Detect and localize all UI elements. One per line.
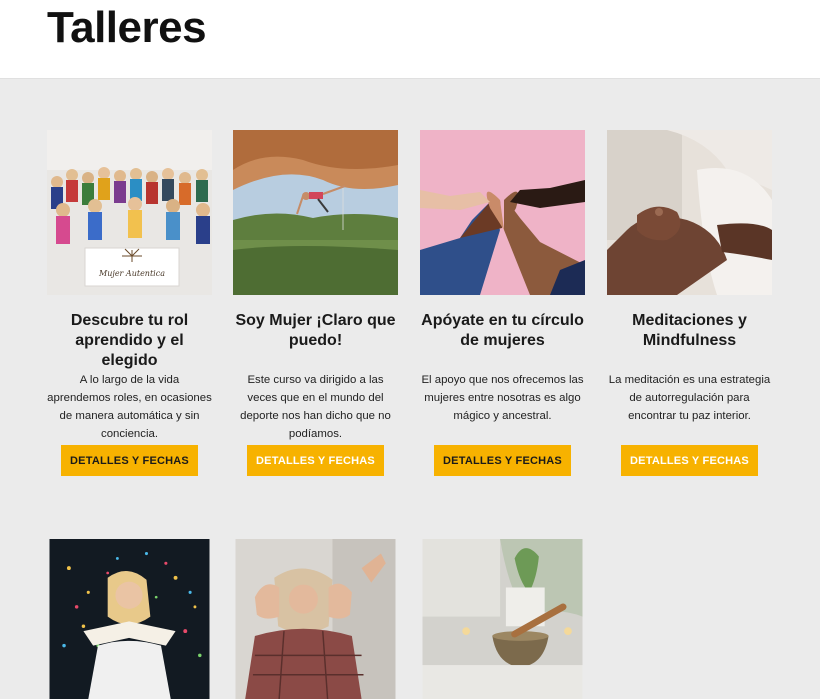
workshop-image-meditation[interactable]: [607, 130, 772, 295]
card-title: Soy Mujer ¡Claro que puedo!: [235, 312, 396, 349]
card-title: Apóyate en tu círculo de mujeres: [421, 312, 584, 349]
workshop-card: [233, 539, 398, 699]
page-header: Talleres: [0, 0, 820, 79]
details-button[interactable]: DETALLES Y FECHAS: [247, 445, 384, 476]
workshop-image-climber[interactable]: [233, 130, 398, 295]
image-caption-text: Mujer Autentica: [98, 269, 165, 278]
workshop-card: [420, 539, 585, 699]
card-description: El apoyo que nos ofrecemos las mujeres e…: [421, 374, 584, 422]
workshop-image-singing-bowl[interactable]: [420, 539, 585, 699]
details-button[interactable]: DETALLES Y FECHAS: [434, 445, 571, 476]
card-title: Descubre tu rol aprendido y el elegido: [70, 312, 189, 369]
workshop-card: Mujer Autentica Descubre tu rol aprendid…: [47, 130, 212, 476]
card-title: Meditaciones y Mindfulness: [632, 312, 747, 349]
details-button[interactable]: DETALLES Y FECHAS: [621, 445, 758, 476]
workshop-card: Apóyate en tu círculo de mujeres El apoy…: [420, 130, 585, 476]
workshop-card: Soy Mujer ¡Claro que puedo! Este curso v…: [233, 130, 398, 476]
workshop-image-confetti[interactable]: [47, 539, 212, 699]
workshop-image-roles[interactable]: Mujer Autentica: [47, 130, 212, 295]
workshop-card: [47, 539, 212, 699]
card-description: La meditación es una estrategia de autor…: [608, 374, 771, 422]
details-button[interactable]: DETALLES Y FECHAS: [61, 445, 198, 476]
card-description: A lo largo de la vida aprendemos roles, …: [47, 374, 212, 440]
page-title: Talleres: [47, 3, 207, 52]
card-description: Este curso va dirigido a las veces que e…: [240, 374, 391, 440]
workshop-card: Meditaciones y Mindfulness La meditación…: [607, 130, 772, 476]
workshop-image-hands-heart[interactable]: [420, 130, 585, 295]
workshop-image-stress[interactable]: [233, 539, 398, 699]
